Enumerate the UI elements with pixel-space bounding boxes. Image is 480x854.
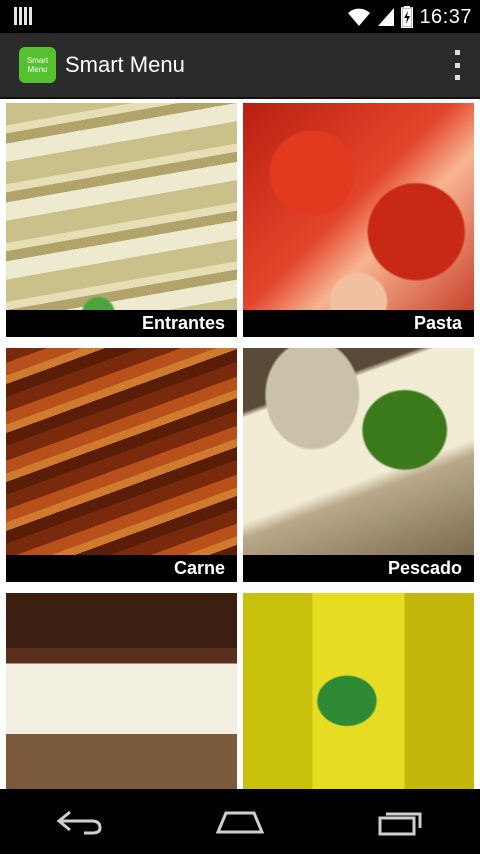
app-logo-text-1: Smart xyxy=(26,56,49,65)
category-label: Pescado xyxy=(243,555,474,582)
navigation-bar xyxy=(0,789,480,854)
status-time: 16:37 xyxy=(419,5,472,28)
battery-charging-icon xyxy=(401,6,414,28)
category-label: Carne xyxy=(6,555,237,582)
recent-apps-icon xyxy=(378,812,422,835)
wifi-icon xyxy=(348,8,371,26)
category-tile-bebidas[interactable] xyxy=(243,593,474,789)
category-label: Pasta xyxy=(243,310,474,337)
screen: 16:37 Smart Menu Smart Menu Entrantes Pa… xyxy=(0,0,480,854)
home-button[interactable] xyxy=(210,802,270,842)
back-button[interactable] xyxy=(50,802,110,842)
app-logo-text-2: Menu xyxy=(27,65,48,74)
action-bar: Smart Menu Smart Menu xyxy=(0,33,480,99)
category-tile-pasta[interactable]: Pasta xyxy=(243,103,474,337)
back-icon xyxy=(56,810,102,834)
cell-signal-icon xyxy=(378,8,395,26)
app-title: Smart Menu xyxy=(65,52,185,77)
status-icons: 16:37 xyxy=(347,4,472,30)
notification-icon xyxy=(14,7,32,25)
app-logo[interactable]: Smart Menu xyxy=(19,47,56,83)
menu-category-grid: Entrantes Pasta Carne Pescado xyxy=(0,99,480,789)
recent-apps-button[interactable] xyxy=(370,802,430,842)
category-tile-entrantes[interactable]: Entrantes xyxy=(6,103,237,337)
category-tile-pescado[interactable]: Pescado xyxy=(243,348,474,582)
category-tile-postres[interactable] xyxy=(6,593,237,789)
category-label: Entrantes xyxy=(6,310,237,337)
status-bar: 16:37 xyxy=(0,0,480,33)
overflow-menu-icon[interactable] xyxy=(452,50,462,80)
home-icon xyxy=(215,811,265,833)
category-tile-carne[interactable]: Carne xyxy=(6,348,237,582)
